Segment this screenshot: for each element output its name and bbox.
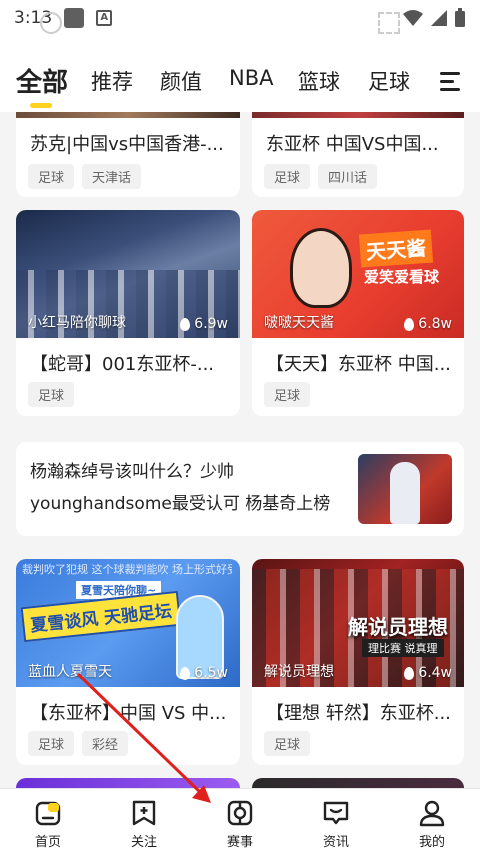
banner-top-text: 裁判吹了犯规 这个球裁判能吹 场上形式好受到 <box>22 563 232 576</box>
video-card[interactable]: 苏克|中国vs中国香港-... 足球 天津话 <box>16 112 240 197</box>
search-icon[interactable] <box>40 12 62 34</box>
tag[interactable]: 足球 <box>264 164 311 189</box>
video-card[interactable] <box>252 778 464 788</box>
view-count: 6.5w <box>180 665 228 681</box>
video-thumbnail: 解说员理想 理比赛 说真理 解说员理想 6.4w <box>252 559 464 687</box>
battery-icon <box>455 8 465 27</box>
content-feed[interactable]: 苏克|中国vs中国香港-... 足球 天津话 东亚杯 中国VS中国... 足球 … <box>0 112 480 788</box>
tab-basketball[interactable]: 篮球 <box>298 66 340 96</box>
streamer-avatar <box>290 228 352 308</box>
video-thumbnail: 裁判吹了犯规 这个球裁判能吹 场上形式好受到 夏雪天陪你聊~ 夏雪谈风 天驰足坛… <box>16 559 240 687</box>
banner-title: 解说员理想 <box>348 615 448 639</box>
status-bar: 3:13 A <box>0 0 480 36</box>
nav-home[interactable]: 首页 <box>0 789 96 853</box>
video-thumbnail <box>252 112 464 118</box>
video-card[interactable]: 解说员理想 理比赛 说真理 解说员理想 6.4w 【理想 轩然】东亚杯... 足… <box>252 559 464 765</box>
video-card[interactable]: 东亚杯 中国VS中国... 足球 四川话 <box>252 112 464 197</box>
active-tab-indicator <box>30 103 52 108</box>
scan-icon[interactable] <box>378 12 400 34</box>
fire-icon <box>404 666 415 680</box>
news-title: 杨瀚森绰号该叫什么？少帅younghandsome最受认可 杨基奇上榜 <box>30 462 331 514</box>
tab-nba[interactable]: NBA <box>229 66 273 90</box>
tag[interactable]: 足球 <box>28 164 75 189</box>
video-title: 东亚杯 中国VS中国... <box>266 134 439 155</box>
follow-icon <box>132 800 156 826</box>
nav-label: 赛事 <box>226 835 253 850</box>
tab-recommend[interactable]: 推荐 <box>91 66 133 96</box>
video-thumbnail: 天天酱 爱笑爱看球 啵啵天天酱 6.8w <box>252 210 464 338</box>
nav-label: 我的 <box>418 835 445 850</box>
tag[interactable]: 足球 <box>264 382 311 407</box>
nav-label: 首页 <box>34 835 61 850</box>
banner-title: 天天酱 <box>358 229 434 268</box>
anchor-name: 啵啵天天酱 <box>264 315 334 331</box>
fire-icon <box>180 666 191 680</box>
wifi-icon <box>403 10 423 26</box>
home-icon <box>35 801 61 826</box>
news-thumbnail <box>358 454 452 524</box>
app-notification-icon: A <box>96 10 113 26</box>
profile-icon <box>419 800 445 827</box>
signal-icon <box>431 10 447 26</box>
video-card[interactable]: 小红马陪你聊球 6.9w 【蛇哥】001东亚杯-... 足球 <box>16 210 240 416</box>
view-count: 6.9w <box>180 316 228 332</box>
nav-news[interactable]: 资讯 <box>288 789 384 853</box>
banner-subtitle: 理比赛 说真理 <box>362 639 444 657</box>
video-title: 【蛇哥】001东亚杯-... <box>30 354 215 375</box>
tag[interactable]: 四川话 <box>318 164 378 189</box>
tag[interactable]: 彩经 <box>82 731 129 756</box>
view-count: 6.8w <box>404 316 452 332</box>
news-icon <box>323 801 349 825</box>
anchor-name: 蓝血人夏雪天 <box>28 664 112 680</box>
notification-icon <box>64 8 85 28</box>
banner-subtitle: 爱笑爱看球 <box>364 268 440 286</box>
category-tabs: 全部 推荐 颜值 NBA 篮球 足球 <box>0 36 480 112</box>
video-title: 【东亚杯】中国 VS 中... <box>30 703 226 724</box>
menu-icon[interactable] <box>440 72 460 92</box>
anchor-name: 小红马陪你聊球 <box>28 315 126 331</box>
bottom-nav: 首页 关注 赛事 资讯 我的 <box>0 788 480 853</box>
video-thumbnail: 小红马陪你聊球 6.9w <box>16 210 240 338</box>
video-title: 苏克|中国vs中国香港-... <box>30 134 224 155</box>
video-thumbnail <box>16 112 240 118</box>
tag[interactable]: 天津话 <box>82 164 142 189</box>
nav-profile[interactable]: 我的 <box>384 789 480 853</box>
nav-follow[interactable]: 关注 <box>96 789 192 853</box>
video-card[interactable] <box>16 778 240 788</box>
video-card[interactable]: 裁判吹了犯规 这个球裁判能吹 场上形式好受到 夏雪天陪你聊~ 夏雪谈风 天驰足坛… <box>16 559 240 765</box>
nav-match[interactable]: 赛事 <box>192 789 288 853</box>
match-icon <box>227 800 253 826</box>
fire-icon <box>404 317 415 331</box>
tab-football[interactable]: 足球 <box>368 66 410 96</box>
video-title: 【天天】东亚杯 中国... <box>266 354 451 375</box>
tag[interactable]: 足球 <box>264 731 311 756</box>
tag[interactable]: 足球 <box>28 382 75 407</box>
video-card[interactable]: 天天酱 爱笑爱看球 啵啵天天酱 6.8w 【天天】东亚杯 中国... 足球 <box>252 210 464 416</box>
banner-title: 夏雪谈风 天驰足坛 <box>20 590 182 643</box>
video-title: 【理想 轩然】东亚杯... <box>266 703 451 724</box>
tag[interactable]: 足球 <box>28 731 75 756</box>
nav-label: 关注 <box>130 835 157 850</box>
tab-all[interactable]: 全部 <box>16 62 68 99</box>
view-count: 6.4w <box>404 665 452 681</box>
nav-label: 资讯 <box>322 835 349 850</box>
fire-icon <box>180 317 191 331</box>
news-card[interactable]: 杨瀚森绰号该叫什么？少帅younghandsome最受认可 杨基奇上榜 <box>16 442 464 536</box>
anchor-name: 解说员理想 <box>264 664 334 680</box>
tab-looks[interactable]: 颜值 <box>160 66 202 96</box>
